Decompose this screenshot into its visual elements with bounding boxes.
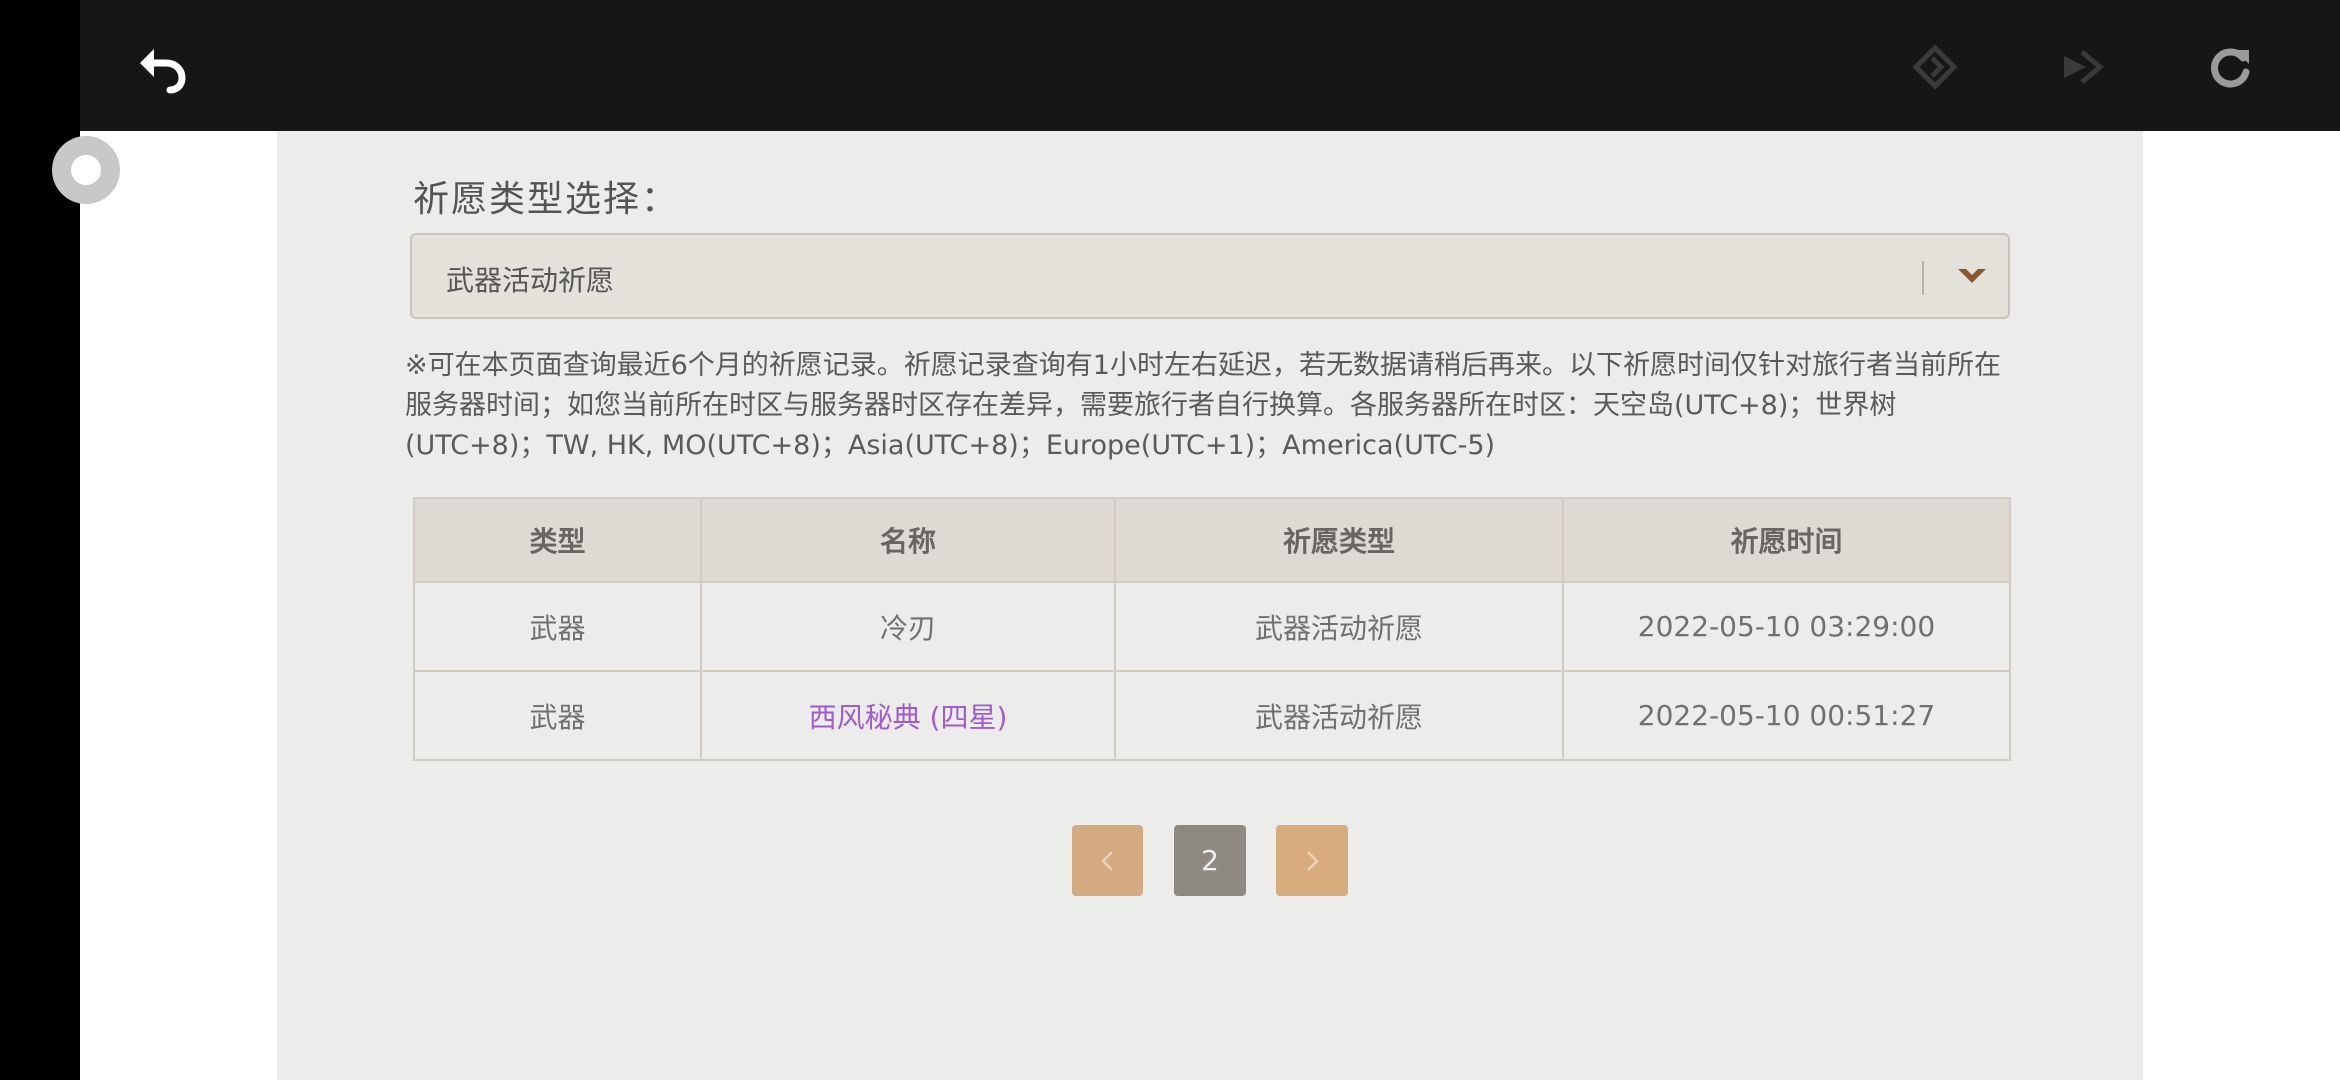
select-divider bbox=[1922, 261, 1924, 295]
back-arrow-icon bbox=[140, 49, 186, 94]
back-button[interactable] bbox=[122, 27, 202, 107]
cell-type: 武器 bbox=[413, 670, 702, 761]
header-wish-type: 祈愿类型 bbox=[1114, 497, 1564, 583]
cell-wish-type: 武器活动祈愿 bbox=[1114, 581, 1564, 672]
forward-diamond-icon bbox=[1912, 44, 1958, 90]
chevron-down-icon bbox=[1958, 269, 1986, 283]
floating-ring-icon[interactable] bbox=[52, 136, 120, 204]
wish-records-table: 类型 名称 祈愿类型 祈愿时间 武器 冷刃 武器活动祈愿 2022-05-10 … bbox=[413, 497, 2011, 761]
chevron-left-icon bbox=[1100, 850, 1113, 871]
cell-wish-time: 2022-05-10 03:29:00 bbox=[1562, 581, 2011, 672]
wish-type-select[interactable]: 武器活动祈愿 bbox=[410, 233, 2010, 319]
table-header-row: 类型 名称 祈愿类型 祈愿时间 bbox=[413, 497, 2011, 583]
next-page-button[interactable] bbox=[1276, 825, 1348, 896]
cell-type: 武器 bbox=[413, 581, 702, 672]
header-type: 类型 bbox=[413, 497, 702, 583]
cell-name: 冷刃 bbox=[700, 581, 1116, 672]
header-wish-time: 祈愿时间 bbox=[1562, 497, 2011, 583]
header-name: 名称 bbox=[700, 497, 1116, 583]
previous-page-button[interactable] bbox=[1072, 825, 1143, 896]
cell-wish-time: 2022-05-10 00:51:27 bbox=[1562, 670, 2011, 761]
wish-type-label: 祈愿类型选择： bbox=[413, 179, 680, 220]
chevron-right-icon bbox=[1307, 850, 1319, 871]
forward-button[interactable] bbox=[2041, 27, 2121, 107]
table-row: 武器 冷刃 武器活动祈愿 2022-05-10 03:29:00 bbox=[413, 581, 2011, 672]
browser-top-bar bbox=[80, 0, 2340, 131]
refresh-icon bbox=[2211, 48, 2250, 88]
cell-wish-type: 武器活动祈愿 bbox=[1114, 670, 1564, 761]
wish-type-selected-value: 武器活动祈愿 bbox=[446, 264, 615, 297]
forward-disabled-button[interactable] bbox=[1895, 27, 1975, 107]
forward-arrow-icon bbox=[2064, 50, 2104, 84]
current-page-number[interactable]: 2 bbox=[1174, 825, 1246, 896]
refresh-button[interactable] bbox=[2190, 27, 2270, 107]
table-row: 武器 西风秘典 (四星) 武器活动祈愿 2022-05-10 00:51:27 bbox=[413, 670, 2011, 761]
query-notice: ※可在本页面查询最近6个月的祈愿记录。祈愿记录查询有1小时左右延迟，若无数据请稍… bbox=[405, 350, 2001, 461]
cell-name: 西风秘典 (四星) bbox=[700, 670, 1116, 761]
